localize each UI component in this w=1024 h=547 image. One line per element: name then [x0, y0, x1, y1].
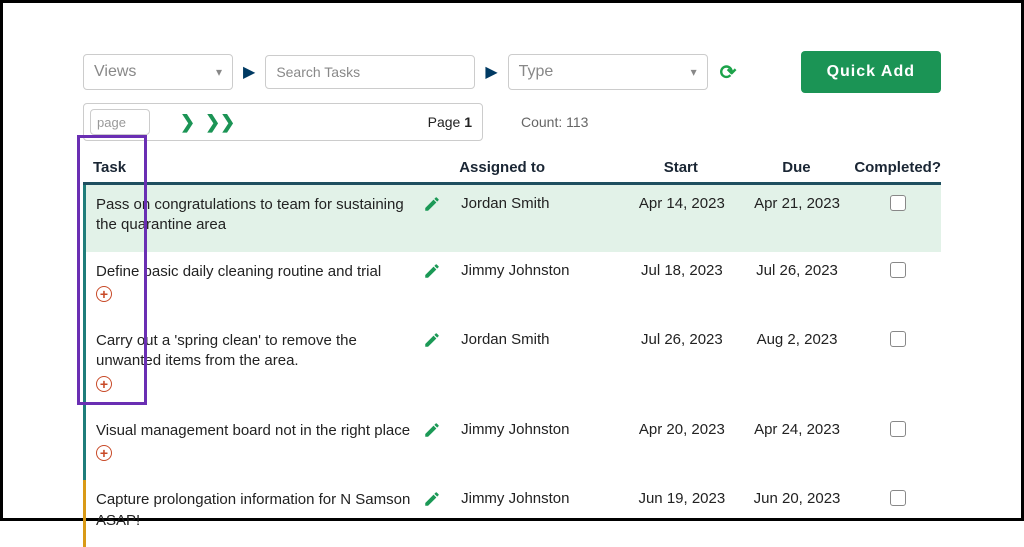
- completed-cell: [855, 490, 941, 531]
- edit-cell: [423, 195, 461, 236]
- start-cell: Apr 20, 2023: [624, 421, 739, 465]
- assigned-cell: Jordan Smith: [461, 331, 624, 395]
- type-dropdown[interactable]: Type ▾: [508, 54, 708, 90]
- toolbar-pager: ❯ ❯❯ Page 1 Count: 113: [83, 103, 941, 141]
- start-cell: Jul 18, 2023: [624, 262, 739, 306]
- col-header-due[interactable]: Due: [739, 159, 855, 176]
- completed-cell: [855, 195, 941, 236]
- task-text: Carry out a 'spring clean' to remove the…: [96, 331, 413, 372]
- task-cell: Pass on congratulations to team for sust…: [86, 195, 423, 236]
- task-text: Capture prolongation information for N S…: [96, 490, 413, 531]
- completed-checkbox[interactable]: [890, 421, 906, 437]
- edit-icon[interactable]: [423, 195, 461, 213]
- next-page-icon[interactable]: ❯: [180, 112, 195, 133]
- start-cell: Jul 26, 2023: [624, 331, 739, 395]
- page-input[interactable]: [91, 115, 149, 130]
- table-row[interactable]: Visual management board not in the right…: [83, 411, 941, 481]
- search-input[interactable]: [265, 55, 475, 89]
- task-table: Task Assigned to Start Due Completed? Pa…: [83, 159, 941, 547]
- task-text: Define basic daily cleaning routine and …: [96, 262, 413, 282]
- chevron-down-icon: ▾: [691, 65, 697, 79]
- chevron-down-icon: ▾: [216, 65, 222, 79]
- assigned-cell: Jordan Smith: [461, 195, 624, 236]
- completed-checkbox[interactable]: [890, 195, 906, 211]
- expand-icon[interactable]: +: [96, 445, 112, 461]
- expand-icon[interactable]: +: [96, 286, 112, 302]
- col-header-start[interactable]: Start: [623, 159, 739, 176]
- due-cell: Apr 21, 2023: [739, 195, 854, 236]
- col-header-task[interactable]: Task: [83, 159, 421, 176]
- col-header-assigned[interactable]: Assigned to: [459, 159, 623, 176]
- expand-icon[interactable]: +: [96, 376, 112, 392]
- task-cell: Capture prolongation information for N S…: [86, 490, 423, 531]
- last-page-icon[interactable]: ❯❯: [205, 112, 235, 133]
- play-icon[interactable]: ▶: [483, 62, 499, 82]
- table-row[interactable]: Pass on congratulations to team for sust…: [83, 185, 941, 252]
- task-cell: Visual management board not in the right…: [86, 421, 423, 465]
- edit-cell: [423, 490, 461, 531]
- assigned-cell: Jimmy Johnston: [461, 490, 624, 531]
- completed-cell: [855, 331, 941, 395]
- table-row[interactable]: Carry out a 'spring clean' to remove the…: [83, 321, 941, 411]
- start-cell: Apr 14, 2023: [624, 195, 739, 236]
- page-number: 1: [464, 114, 472, 130]
- edit-icon[interactable]: [423, 262, 461, 280]
- due-cell: Apr 24, 2023: [739, 421, 854, 465]
- edit-cell: [423, 331, 461, 395]
- page-label-prefix: Page: [428, 114, 465, 130]
- due-cell: Aug 2, 2023: [739, 331, 854, 395]
- task-text: Visual management board not in the right…: [96, 421, 413, 441]
- start-cell: Jun 19, 2023: [624, 490, 739, 531]
- pager-arrows: ❯ ❯❯: [180, 112, 235, 133]
- table-header: Task Assigned to Start Due Completed?: [83, 159, 941, 185]
- type-dropdown-label: Type: [519, 63, 554, 81]
- refresh-icon[interactable]: ⟳: [716, 60, 741, 85]
- completed-cell: [855, 262, 941, 306]
- count-label: Count: 113: [521, 114, 588, 130]
- col-header-completed[interactable]: Completed?: [854, 159, 941, 176]
- views-dropdown[interactable]: Views ▾: [83, 54, 233, 90]
- completed-cell: [855, 421, 941, 465]
- play-icon[interactable]: ▶: [241, 62, 257, 82]
- pager-box: ❯ ❯❯ Page 1: [83, 103, 483, 141]
- edit-icon[interactable]: [423, 421, 461, 439]
- table-row[interactable]: Define basic daily cleaning routine and …: [83, 252, 941, 322]
- assigned-cell: Jimmy Johnston: [461, 262, 624, 306]
- task-cell: Carry out a 'spring clean' to remove the…: [86, 331, 423, 395]
- edit-icon[interactable]: [423, 331, 461, 349]
- edit-cell: [423, 262, 461, 306]
- due-cell: Jun 20, 2023: [739, 490, 854, 531]
- edit-cell: [423, 421, 461, 465]
- task-cell: Define basic daily cleaning routine and …: [86, 262, 423, 306]
- assigned-cell: Jimmy Johnston: [461, 421, 624, 465]
- views-dropdown-label: Views: [94, 63, 136, 81]
- page-label: Page 1: [428, 114, 472, 130]
- due-cell: Jul 26, 2023: [739, 262, 854, 306]
- completed-checkbox[interactable]: [890, 490, 906, 506]
- edit-icon[interactable]: [423, 490, 461, 508]
- app-frame: Views ▾ ▶ ▶ Type ▾ ⟳ Quick Add ❯ ❯❯ Page…: [0, 0, 1024, 521]
- completed-checkbox[interactable]: [890, 262, 906, 278]
- toolbar-primary: Views ▾ ▶ ▶ Type ▾ ⟳ Quick Add: [83, 51, 941, 93]
- completed-checkbox[interactable]: [890, 331, 906, 347]
- quick-add-button[interactable]: Quick Add: [801, 51, 941, 93]
- task-text: Pass on congratulations to team for sust…: [96, 195, 413, 236]
- table-row[interactable]: Capture prolongation information for N S…: [83, 480, 941, 547]
- page-input-wrap: [90, 109, 150, 135]
